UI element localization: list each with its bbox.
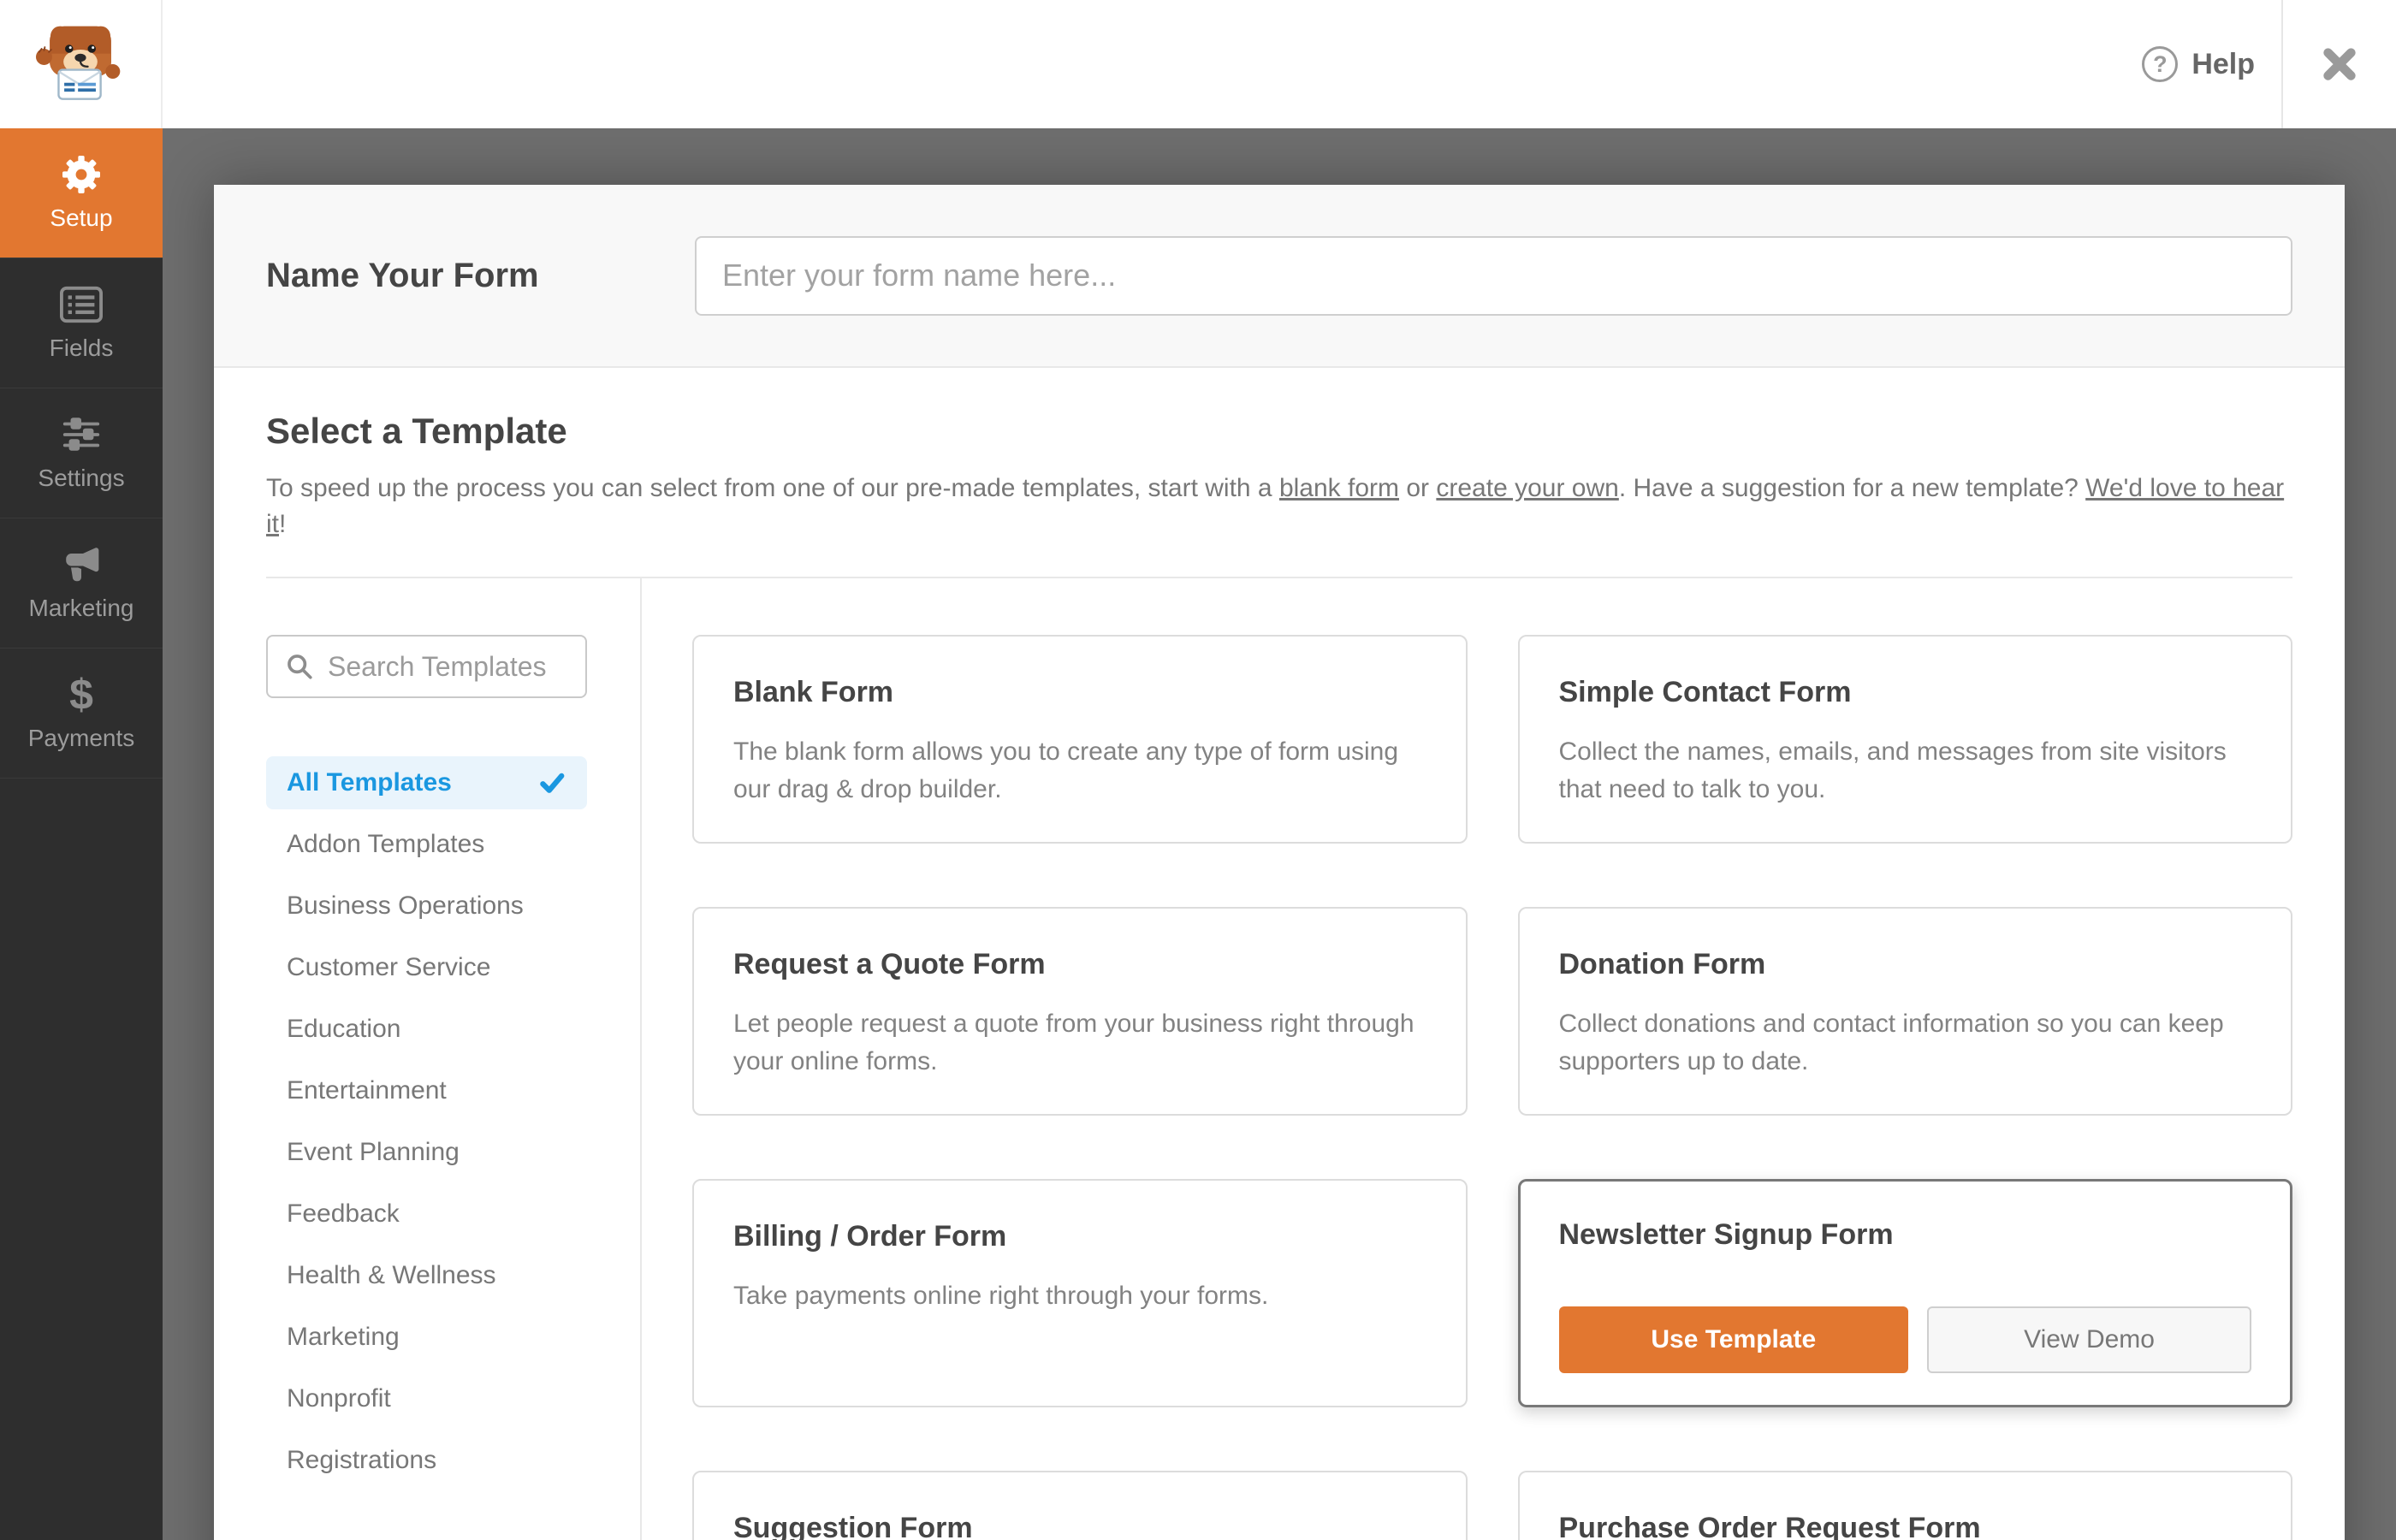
builder-sidebar: Setup Fields Settings Marketing $ Payments [0, 128, 163, 1540]
template-card-buttons: Use Template View Demo [1558, 1306, 2251, 1373]
template-card-suggestion-form[interactable]: Suggestion FormGather site visitor sugge… [692, 1471, 1468, 1540]
search-icon [288, 654, 312, 679]
template-card-title: Donation Form [1558, 948, 1766, 980]
template-list-column: Blank Form The blank form allows you to c… [642, 578, 2292, 1540]
category-list: All Templates Addon Templates Business Ope… [266, 756, 640, 1487]
category-item-nonprofit[interactable]: Nonprofit [266, 1372, 587, 1425]
category-label: Event Planning [287, 1138, 460, 1166]
category-item-all-templates[interactable]: All Templates [266, 756, 587, 809]
template-card-description: Let people request a quote from your bus… [733, 1010, 1414, 1075]
select-template-title: Select a Template [266, 411, 567, 451]
sidebar-item-payments[interactable]: $ Payments [0, 649, 163, 779]
wpforms-logo [0, 0, 163, 128]
sidebar-item-label: Settings [38, 464, 125, 491]
category-item-customer-service[interactable]: Customer Service [266, 941, 587, 994]
dollar-icon: $ [69, 670, 93, 719]
template-card-description: Collect the names, emails, and messages … [1558, 737, 2227, 803]
template-card-title: Request a Quote Form [733, 948, 1046, 980]
category-item-marketing[interactable]: Marketing [266, 1311, 587, 1364]
category-label: All Templates [287, 768, 452, 797]
setup-panel: Name Your Form Select a Template To spee… [214, 185, 2345, 1540]
category-item-business-operations[interactable]: Business Operations [266, 880, 587, 933]
category-label: Customer Service [287, 953, 491, 981]
name-your-form-section: Name Your Form [214, 185, 2345, 368]
category-item-event-planning[interactable]: Event Planning [266, 1126, 587, 1179]
template-card-billing-order-form[interactable]: Billing / Order Form Take payments online… [692, 1179, 1468, 1407]
use-template-button[interactable]: Use Template [1558, 1306, 1909, 1373]
template-card-title: Billing / Order Form [733, 1220, 1007, 1253]
link-we-d-love-to-hear-it[interactable]: We'd love to hear it [266, 474, 2284, 538]
category-label: Feedback [287, 1199, 400, 1228]
category-item-education[interactable]: Education [266, 1003, 587, 1056]
wpforms-bear-logo [36, 26, 121, 100]
template-card-purchase-order-request-form[interactable]: Purchase Order Request FormLet your empl… [1517, 1471, 2292, 1540]
template-card-title: Newsletter Signup Form [1558, 1218, 1894, 1251]
template-card-description: The blank form allows you to create any … [733, 737, 1399, 803]
help-label: Help [2191, 47, 2255, 80]
select-template-section: Select a Template To speed up the proces… [214, 411, 2345, 1540]
template-card-title: Blank Form [733, 676, 894, 708]
category-label: Nonprofit [287, 1384, 391, 1413]
sidebar-item-setup[interactable]: Setup [0, 128, 163, 258]
sidebar-item-marketing[interactable]: Marketing [0, 518, 163, 649]
close-icon [2323, 48, 2356, 80]
category-label: Marketing [287, 1323, 400, 1351]
category-label: Addon Templates [287, 830, 485, 858]
search-templates-input[interactable] [328, 650, 568, 683]
wpforms-builder-screen: { "colors": { "accent_orange": "#e27730"… [0, 0, 2396, 1540]
question-icon: ? [2142, 46, 2179, 82]
template-grid: Blank Form The blank form allows you to c… [692, 635, 2292, 1540]
template-card-newsletter-signup-form[interactable]: Newsletter Signup Form Use Template View D… [1517, 1179, 2292, 1407]
template-card-request-a-quote-form[interactable]: Request a Quote Form Let people request a… [692, 907, 1468, 1116]
sidebar-item-label: Fields [49, 334, 114, 361]
category-label: Health & Wellness [287, 1261, 496, 1289]
link-create-your-own[interactable]: create your own [1436, 474, 1618, 502]
sidebar-item-settings[interactable]: Settings [0, 388, 163, 518]
template-browser: All Templates Addon Templates Business Ope… [266, 578, 2292, 1540]
fields-icon [59, 285, 104, 324]
template-filter-column: All Templates Addon Templates Business Ope… [266, 578, 642, 1540]
template-card-description: Collect donations and contact informatio… [1558, 1010, 2224, 1075]
template-card-description: Take payments online right through your … [733, 1282, 1269, 1310]
category-item-health-wellness[interactable]: Health & Wellness [266, 1249, 587, 1302]
sidebar-item-label: Setup [50, 204, 113, 231]
category-item-feedback[interactable]: Feedback [266, 1188, 587, 1241]
check-icon [537, 770, 566, 796]
gear-icon [59, 155, 104, 194]
sidebar-item-label: Payments [27, 724, 135, 751]
category-label: Registrations [287, 1446, 437, 1474]
template-card-blank-form[interactable]: Blank Form The blank form allows you to c… [692, 635, 1468, 844]
search-templates-box [266, 635, 587, 698]
link-blank-form[interactable]: blank form [1279, 474, 1399, 502]
category-label: Business Operations [287, 891, 524, 920]
megaphone-icon [59, 545, 104, 584]
help-button[interactable]: ? Help [2142, 0, 2255, 128]
form-name-input[interactable] [695, 235, 2292, 316]
close-button[interactable] [2283, 0, 2396, 128]
topbar: ? Help [0, 0, 2396, 128]
category-item-entertainment[interactable]: Entertainment [266, 1064, 587, 1117]
template-card-donation-form[interactable]: Donation Form Collect donations and conta… [1517, 907, 2292, 1116]
sliders-icon [59, 415, 104, 454]
template-section-description: To speed up the process you can select f… [266, 474, 2285, 538]
category-item-registrations[interactable]: Registrations [266, 1434, 587, 1487]
template-card-title: Simple Contact Form [1558, 676, 1852, 708]
template-card-title: Purchase Order Request Form [1558, 1512, 1981, 1540]
template-card-title: Suggestion Form [733, 1512, 973, 1540]
template-card-simple-contact-form[interactable]: Simple Contact Form Collect the names, em… [1517, 635, 2292, 844]
sidebar-item-label: Marketing [28, 594, 134, 621]
category-label: Entertainment [287, 1076, 447, 1105]
view-demo-button[interactable]: View Demo [1927, 1306, 2251, 1373]
category-label: Education [287, 1015, 401, 1043]
sidebar-item-fields[interactable]: Fields [0, 258, 163, 388]
name-your-form-title: Name Your Form [266, 256, 539, 294]
category-item-addon-templates[interactable]: Addon Templates [266, 818, 587, 871]
